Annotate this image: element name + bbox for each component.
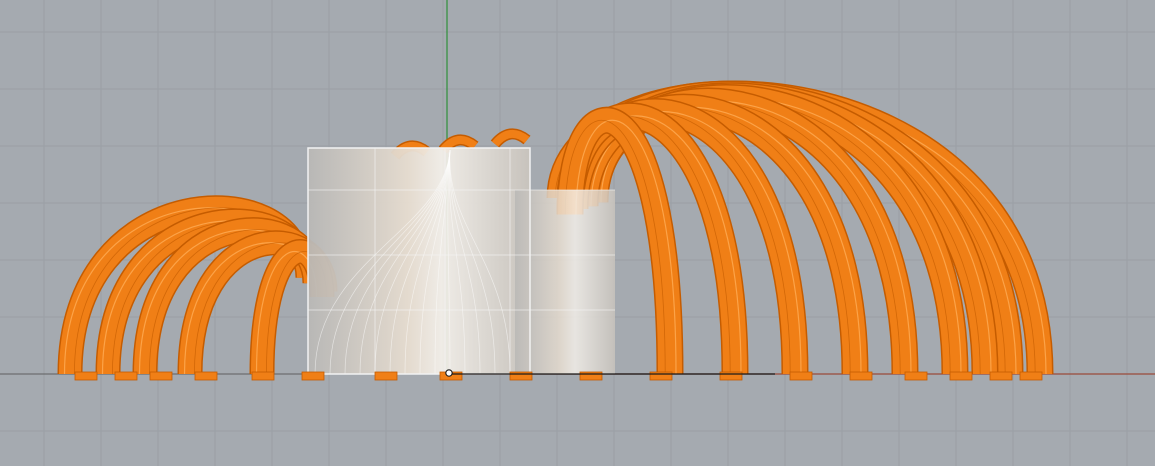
foot-tab [789, 371, 813, 381]
foot-tab [301, 371, 325, 381]
foot-tab [989, 371, 1013, 381]
viewport-canvas[interactable] [0, 0, 1155, 466]
foot-tab [719, 371, 743, 381]
foot-tab [374, 371, 398, 381]
foot-tab [949, 371, 973, 381]
foot-tab [849, 371, 873, 381]
foot-tab [114, 371, 138, 381]
foot-tab [579, 371, 603, 381]
foot-tab [509, 371, 533, 381]
foot-tab [74, 371, 98, 381]
foot-tab [251, 371, 275, 381]
foot-tab [904, 371, 928, 381]
foot-tab [149, 371, 173, 381]
foot-tab [194, 371, 218, 381]
gumball-icon[interactable] [445, 369, 453, 377]
rhino-viewport[interactable] [0, 0, 1155, 466]
foot-tab [1019, 371, 1043, 381]
foot-tab [649, 371, 673, 381]
